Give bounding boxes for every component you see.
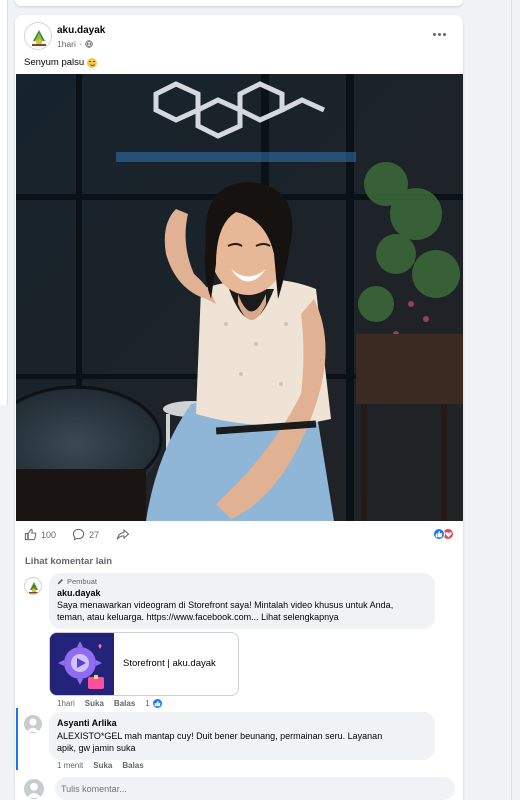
comment-reaction-number: 1: [145, 699, 150, 708]
pencil-icon: [57, 579, 63, 585]
comment-text-line[interactable]: teman, atau keluarga. https://www.facebo…: [57, 611, 433, 623]
comment-reply-button[interactable]: Balas: [114, 699, 135, 708]
comment-bubble-icon: [72, 528, 85, 541]
globe-icon: [84, 40, 93, 48]
post-time[interactable]: 1hari: [57, 39, 76, 49]
comment-like-button[interactable]: Suka: [93, 761, 112, 770]
post-caption-text: Senyum palsu: [24, 57, 85, 68]
post-header: aku.dayak 1hari ·: [24, 22, 454, 52]
comment-composer: [55, 777, 455, 800]
author-avatar[interactable]: [24, 22, 52, 50]
post-meta: 1hari ·: [57, 39, 93, 49]
post-author-name[interactable]: aku.dayak: [57, 25, 105, 36]
left-panel-edge: [0, 0, 8, 405]
comment-like-button[interactable]: Suka: [85, 699, 104, 708]
right-divider: [511, 0, 512, 800]
share-arrow-icon: [116, 529, 130, 540]
comment-bubble: Pembuat aku.dayak Saya menawarkan videog…: [49, 573, 435, 629]
comment-action[interactable]: 27: [72, 528, 99, 541]
reaction-badges[interactable]: [433, 528, 454, 540]
view-more-comments-link[interactable]: Lihat komentar lain: [25, 556, 112, 567]
current-user-avatar[interactable]: [24, 779, 44, 799]
comment-time[interactable]: 1 menit: [57, 761, 83, 770]
comment-input[interactable]: [55, 777, 455, 800]
comment-text: Saya menawarkan videogram di Storefront …: [57, 599, 433, 623]
like-reaction-icon: [433, 528, 445, 540]
more-options-button[interactable]: [428, 26, 450, 42]
storefront-link-card[interactable]: Storefront | aku.dayak: [49, 632, 239, 696]
storefront-link-title: Storefront | aku.dayak: [123, 658, 216, 669]
like-reaction-icon: [151, 698, 163, 709]
likes-count: 100: [41, 529, 57, 540]
comment-actions: 1 menit Suka Balas: [57, 761, 144, 770]
storefront-thumbnail: [50, 633, 114, 695]
post-card: aku.dayak 1hari · Senyum palsu 100 27 Li…: [15, 15, 463, 800]
comment-reaction-count[interactable]: 1: [145, 698, 163, 709]
more-horizontal-icon: [432, 32, 446, 36]
share-action[interactable]: [116, 528, 130, 541]
author-badge-label: Pembuat: [67, 577, 98, 586]
smiling-face-emoji-icon: [87, 57, 98, 68]
comment-author-avatar[interactable]: [24, 715, 42, 733]
highlight-thread-line: [16, 708, 18, 770]
comment-author-name[interactable]: Asyanti Arlika: [57, 718, 117, 728]
post-caption: Senyum palsu: [24, 57, 98, 68]
comment-time[interactable]: 1hari: [57, 699, 75, 708]
comment-author-avatar[interactable]: [24, 577, 42, 595]
comment-text-line: Saya menawarkan videogram di Storefront …: [57, 600, 394, 610]
previous-post-edge: [15, 0, 463, 6]
comment-actions: 1hari Suka Balas 1: [57, 698, 163, 709]
reactions-bar: 100 27: [24, 526, 454, 544]
comment-text-line: apik, gw jamin suka: [57, 743, 136, 753]
comments-count: 27: [89, 529, 100, 540]
comment-text-line: ALEXISTO*GEL mah mantap cuy! Duit bener …: [57, 731, 383, 741]
like-action[interactable]: 100: [24, 528, 56, 541]
comment-text: ALEXISTO*GEL mah mantap cuy! Duit bener …: [57, 730, 433, 754]
post-photo[interactable]: [16, 74, 463, 521]
comment-reply-button[interactable]: Balas: [122, 761, 143, 770]
comment-author-name[interactable]: aku.dayak: [57, 588, 101, 598]
author-badge: Pembuat: [57, 577, 97, 586]
comment-bubble: Asyanti Arlika ALEXISTO*GEL mah mantap c…: [49, 712, 435, 760]
thumbs-up-icon: [24, 528, 37, 541]
